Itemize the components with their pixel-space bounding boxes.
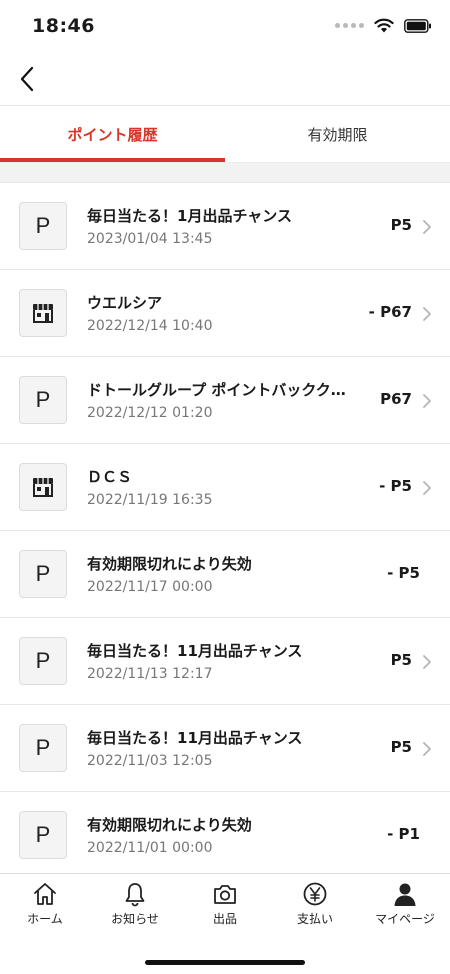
history-amount: - P5 <box>379 477 412 495</box>
points-icon: P <box>35 648 51 673</box>
store-icon <box>33 478 53 497</box>
history-row[interactable]: ＤＣＳ 2022/11/19 16:35 - P5 <box>0 444 450 531</box>
back-button[interactable] <box>12 64 42 94</box>
points-icon: P <box>35 735 51 760</box>
chevron-right-icon <box>423 655 431 669</box>
home-indicator <box>145 960 305 965</box>
nav-notifications[interactable]: お知らせ <box>90 874 180 934</box>
history-title: ＤＣＳ <box>87 468 133 486</box>
history-amount: - P1 <box>387 825 420 843</box>
history-amount: P5 <box>390 738 412 756</box>
status-icons <box>335 18 432 33</box>
history-date: 2022/11/13 12:17 <box>87 666 213 682</box>
yen-icon <box>303 882 327 906</box>
tab-label: ポイント履歴 <box>67 125 158 144</box>
nav-payment-label: 支払い <box>296 912 333 926</box>
wifi-icon <box>374 18 394 33</box>
history-title: 有効期限切れにより失効 <box>87 816 252 834</box>
history-icon-box: P <box>19 202 67 250</box>
history-title: ドトールグループ ポイントバックク… <box>87 381 346 399</box>
nav-sell-label: 出品 <box>212 912 237 926</box>
store-icon <box>33 304 53 323</box>
history-date: 2023/01/04 13:45 <box>87 231 213 247</box>
nav-payment[interactable]: 支払い <box>270 874 360 934</box>
chevron-right-icon <box>423 394 431 408</box>
history-date: 2022/11/17 00:00 <box>87 579 213 595</box>
history-title: 毎日当たる！11月出品チャンス <box>87 642 303 660</box>
points-icon: P <box>35 213 51 238</box>
tab-label: 有効期限 <box>307 125 368 144</box>
history-title: ウエルシア <box>87 294 163 312</box>
chevron-right-icon <box>423 481 431 495</box>
history-icon-box <box>19 289 67 337</box>
points-icon: P <box>35 561 51 586</box>
battery-icon <box>404 18 431 33</box>
chevron-right-icon <box>423 220 431 234</box>
chevron-right-icon <box>423 742 431 756</box>
chevron-right-icon <box>423 307 431 321</box>
history-row[interactable]: P ドトールグループ ポイントバックク… 2022/12/12 01:20 P6… <box>0 357 450 444</box>
history-icon-box: P <box>19 724 67 772</box>
nav-notifications-label: お知らせ <box>111 912 159 926</box>
nav-home-label: ホーム <box>27 912 63 926</box>
history-row[interactable]: P 有効期限切れにより失効 2022/11/17 00:00 - P5 <box>0 531 450 618</box>
point-history-list: P 毎日当たる！1月出品チャンス 2023/01/04 13:45 P5 ウエル… <box>0 183 450 873</box>
history-amount: P5 <box>390 651 412 669</box>
history-icon-box: P <box>19 637 67 685</box>
history-amount: - P67 <box>368 303 412 321</box>
nav-bar <box>0 52 450 106</box>
signal-icon <box>335 23 364 28</box>
tab-point-history[interactable]: ポイント履歴 <box>0 106 225 162</box>
history-row[interactable]: P 毎日当たる！11月出品チャンス 2022/11/03 12:05 P5 <box>0 705 450 792</box>
tab-expiration[interactable]: 有効期限 <box>225 106 450 162</box>
history-icon-box: P <box>19 376 67 424</box>
status-time: 18:46 <box>32 15 95 37</box>
nav-mypage-label: マイページ <box>375 912 435 926</box>
history-icon-box: P <box>19 811 67 859</box>
history-amount: P67 <box>380 390 412 408</box>
history-date: 2022/12/14 10:40 <box>87 318 213 334</box>
history-title: 毎日当たる！1月出品チャンス <box>87 207 292 225</box>
status-bar: 18:46 <box>0 0 450 52</box>
bell-icon <box>125 883 145 907</box>
points-icon: P <box>35 822 51 847</box>
history-title: 毎日当たる！11月出品チャンス <box>87 729 303 747</box>
history-row[interactable]: ウエルシア 2022/12/14 10:40 - P67 <box>0 270 450 357</box>
history-icon-box <box>19 463 67 511</box>
history-icon-box: P <box>19 550 67 598</box>
nav-home[interactable]: ホーム <box>0 874 90 934</box>
history-row[interactable]: P 毎日当たる！1月出品チャンス 2023/01/04 13:45 P5 <box>0 183 450 270</box>
points-icon: P <box>35 387 51 412</box>
chevron-left-icon <box>20 66 34 92</box>
nav-sell[interactable]: 出品 <box>180 874 270 934</box>
history-title: 有効期限切れにより失効 <box>87 555 252 573</box>
tab-bar-top: ポイント履歴 有効期限 <box>0 106 450 162</box>
history-amount: P5 <box>390 216 412 234</box>
history-date: 2022/11/01 00:00 <box>87 840 213 856</box>
camera-icon <box>214 885 236 904</box>
person-icon <box>394 883 416 906</box>
history-amount: - P5 <box>387 564 420 582</box>
history-date: 2022/11/19 16:35 <box>87 492 213 508</box>
home-icon <box>34 883 56 905</box>
history-date: 2022/11/03 12:05 <box>87 753 213 769</box>
nav-mypage[interactable]: マイページ <box>360 874 450 934</box>
history-row[interactable]: P 毎日当たる！11月出品チャンス 2022/11/13 12:17 P5 <box>0 618 450 705</box>
bottom-tab-bar: ホーム お知らせ 出品 支払い マイページ <box>0 873 450 974</box>
history-row[interactable]: P 有効期限切れにより失効 2022/11/01 00:00 - P1 <box>0 792 450 873</box>
section-divider <box>0 162 450 183</box>
history-date: 2022/12/12 01:20 <box>87 405 213 421</box>
